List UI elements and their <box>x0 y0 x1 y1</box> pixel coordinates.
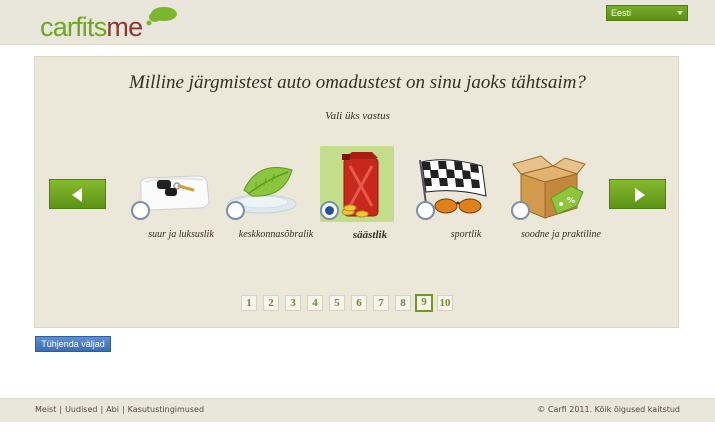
clear-fields-button[interactable]: Tühjenda väljad <box>35 336 111 352</box>
footer-links: Meist | Uudised | Abi | Kasutustingimused <box>35 405 204 414</box>
page-link-6[interactable]: 6 <box>351 295 367 311</box>
page-link-2[interactable]: 2 <box>263 295 279 311</box>
footer-link-meist[interactable]: Meist <box>35 405 56 414</box>
footer-separator: | <box>59 405 63 414</box>
page-link-8[interactable]: 8 <box>395 295 411 311</box>
logo-text-part1: carfits <box>40 12 107 42</box>
language-select-value: Eesti <box>611 8 632 18</box>
page-link-5[interactable]: 5 <box>329 295 345 311</box>
option-radio[interactable] <box>226 201 245 220</box>
language-select[interactable]: Eesti <box>606 5 688 21</box>
previous-question-button[interactable] <box>49 179 106 209</box>
page-link-9-current[interactable]: 9 <box>415 294 433 312</box>
radio-dot <box>325 206 334 215</box>
arrow-right-icon <box>635 188 645 202</box>
page-link-4[interactable]: 4 <box>307 295 323 311</box>
arrow-left-icon <box>72 188 82 202</box>
page-link-10[interactable]: 10 <box>437 295 453 311</box>
logo-speech-bubble-icon <box>146 7 177 26</box>
option-radio[interactable] <box>320 201 339 220</box>
option-radio[interactable] <box>416 201 435 220</box>
footer: Meist | Uudised | Abi | Kasutustingimused © Ca… <box>0 398 715 422</box>
question-instruction: Vali üks vastus <box>325 110 390 122</box>
footer-link-abi[interactable]: Abi <box>106 405 119 414</box>
footer-separator: | <box>121 405 125 414</box>
footer-link-uudised[interactable]: Uudised <box>65 405 97 414</box>
copyright-text: © Carfi 2011. Kõik õigused kaitstud <box>537 405 680 414</box>
next-question-button[interactable] <box>609 179 666 209</box>
logo-text-part2: me <box>106 12 143 42</box>
footer-separator: | <box>100 405 104 414</box>
option-radio[interactable] <box>131 201 150 220</box>
option-label: soodne ja praktiline <box>521 229 601 240</box>
page-link-3[interactable]: 3 <box>285 295 301 311</box>
logo[interactable]: carfitsme <box>40 12 143 42</box>
option-soodne-ja-praktiline[interactable]: % soodne ja praktiline <box>511 146 611 246</box>
chevron-down-icon <box>677 11 683 15</box>
header: carfitsme Eesti <box>0 0 715 45</box>
svg-text:%: % <box>567 196 575 205</box>
question-title: Milline järgmistest auto omadustest on s… <box>129 72 586 93</box>
option-radio[interactable] <box>511 201 530 220</box>
footer-link-kasutustingimused[interactable]: Kasutustingimused <box>128 405 204 414</box>
page-link-7[interactable]: 7 <box>373 295 389 311</box>
page-link-1[interactable]: 1 <box>241 295 257 311</box>
